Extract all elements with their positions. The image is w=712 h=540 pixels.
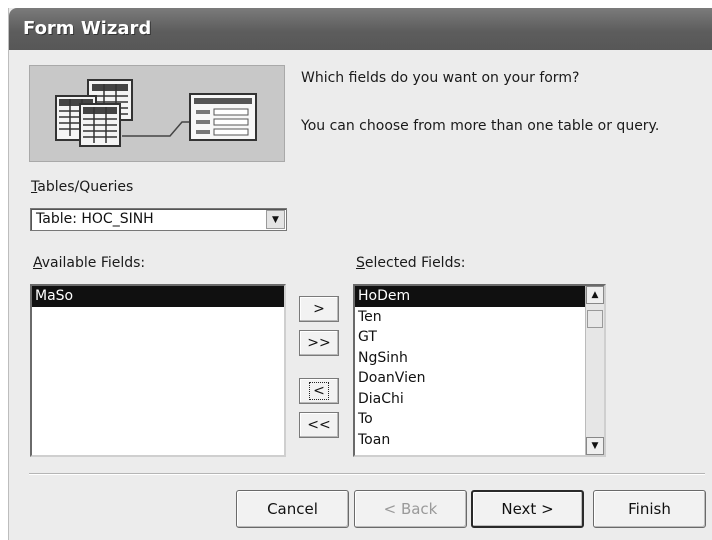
add-all-fields-button[interactable]: >> xyxy=(299,330,339,356)
list-item[interactable]: DiaChi xyxy=(355,389,604,410)
list-item[interactable]: HoDem xyxy=(355,286,585,307)
back-button[interactable]: < Back xyxy=(354,490,467,528)
add-field-button[interactable]: > xyxy=(299,296,339,322)
tables-to-form-icon xyxy=(55,79,257,147)
available-fields-label: Available Fields: xyxy=(33,255,146,271)
form-wizard-window: Form Wizard Which fields do you want on … xyxy=(8,8,712,540)
cancel-button[interactable]: Cancel xyxy=(236,490,349,528)
list-item[interactable]: GT xyxy=(355,327,604,348)
scrollbar-thumb[interactable] xyxy=(587,310,603,328)
finish-button[interactable]: Finish xyxy=(593,490,706,528)
form-wizard-illustration xyxy=(29,65,285,162)
window-title: Form Wizard xyxy=(23,18,152,39)
remove-all-fields-button[interactable]: << xyxy=(299,412,339,438)
list-item[interactable]: To xyxy=(355,409,604,430)
tables-queries-label: Tables/Queries xyxy=(31,179,134,195)
list-item[interactable]: Ten xyxy=(355,307,604,328)
chevron-down-icon[interactable]: ▼ xyxy=(266,210,285,229)
available-fields-list[interactable]: MaSo xyxy=(30,284,286,457)
next-button[interactable]: Next > xyxy=(471,490,584,528)
vertical-scrollbar[interactable]: ▲ ▼ xyxy=(585,286,604,455)
remove-field-button[interactable]: < xyxy=(299,378,339,404)
selected-fields-list[interactable]: HoDem Ten GT NgSinh DoanVien DiaChi To T… xyxy=(353,284,606,457)
arrow-up-icon[interactable]: ▲ xyxy=(586,286,604,304)
remove-field-label: < xyxy=(309,382,329,400)
arrow-down-icon[interactable]: ▼ xyxy=(586,437,604,455)
prompt-hint: You can choose from more than one table … xyxy=(301,118,660,134)
footer-separator xyxy=(29,473,705,475)
prompt-question: Which fields do you want on your form? xyxy=(301,70,580,86)
list-item[interactable]: NgSinh xyxy=(355,348,604,369)
selected-fields-label: Selected Fields: xyxy=(356,255,466,271)
list-item[interactable]: MaSo xyxy=(32,286,284,307)
tables-queries-value: Table: HOC_SINH xyxy=(36,211,154,227)
title-bar[interactable]: Form Wizard xyxy=(9,8,712,50)
tables-queries-combobox[interactable]: Table: HOC_SINH ▼ xyxy=(30,208,287,231)
list-item[interactable]: Toan xyxy=(355,430,604,451)
list-item[interactable]: DoanVien xyxy=(355,368,604,389)
